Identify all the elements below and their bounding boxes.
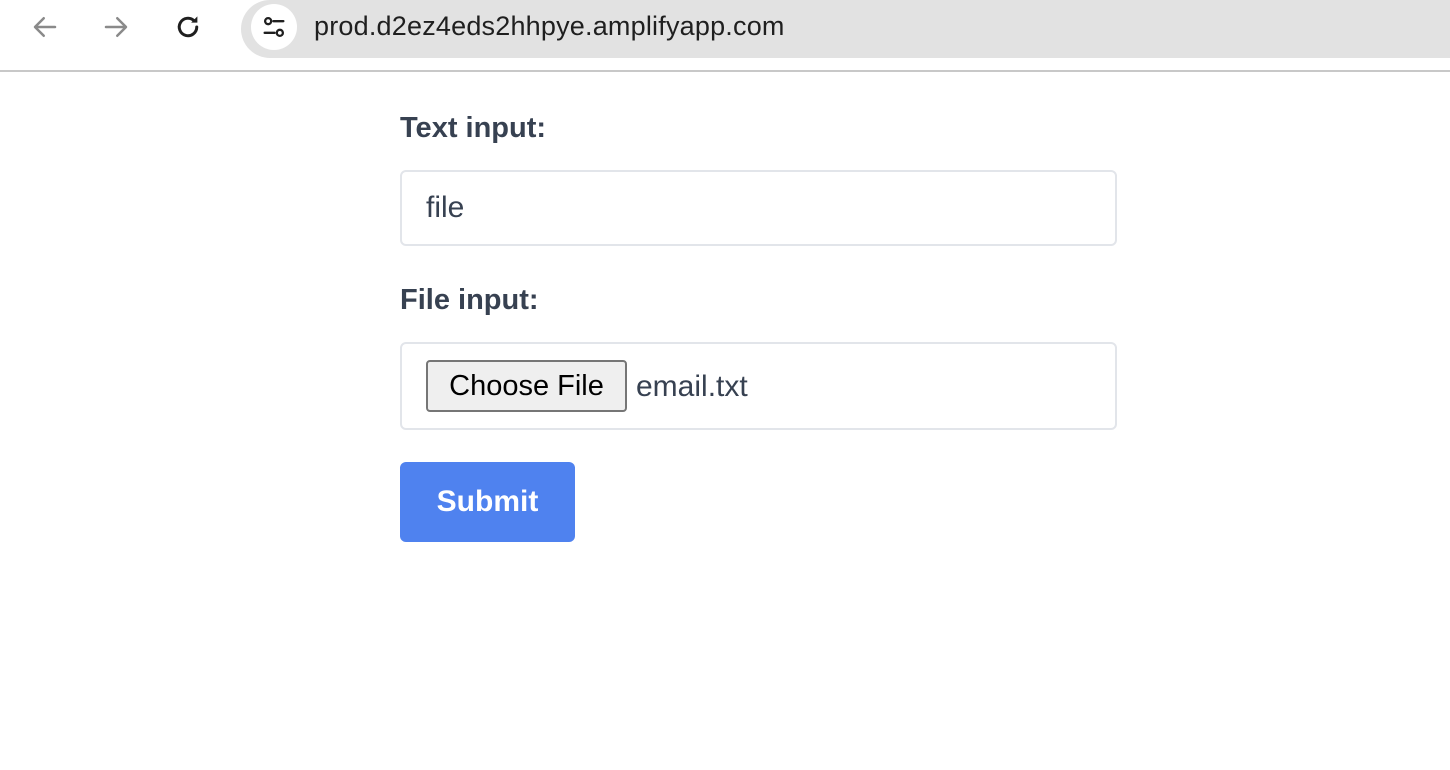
back-button[interactable]	[26, 8, 64, 46]
back-arrow-icon	[33, 17, 57, 37]
site-settings-icon	[263, 16, 285, 38]
url-text[interactable]: prod.d2ez4eds2hhpye.amplifyapp.com	[314, 11, 785, 42]
file-input[interactable]: Choose File email.txt	[400, 342, 1117, 430]
browser-toolbar: prod.d2ez4eds2hhpye.amplifyapp.com	[0, 0, 1450, 72]
text-input-label: Text input:	[400, 112, 547, 144]
selected-file-name: email.txt	[636, 370, 748, 403]
reload-button[interactable]	[169, 8, 207, 46]
choose-file-button[interactable]: Choose File	[426, 360, 627, 412]
text-input[interactable]	[400, 170, 1117, 246]
reload-icon	[177, 16, 199, 38]
site-info-button[interactable]	[251, 4, 297, 50]
forward-arrow-icon	[104, 17, 128, 37]
forward-button[interactable]	[97, 8, 135, 46]
submit-button[interactable]: Submit	[400, 462, 575, 542]
file-input-label: File input:	[400, 284, 539, 316]
address-bar[interactable]: prod.d2ez4eds2hhpye.amplifyapp.com	[241, 0, 1450, 58]
